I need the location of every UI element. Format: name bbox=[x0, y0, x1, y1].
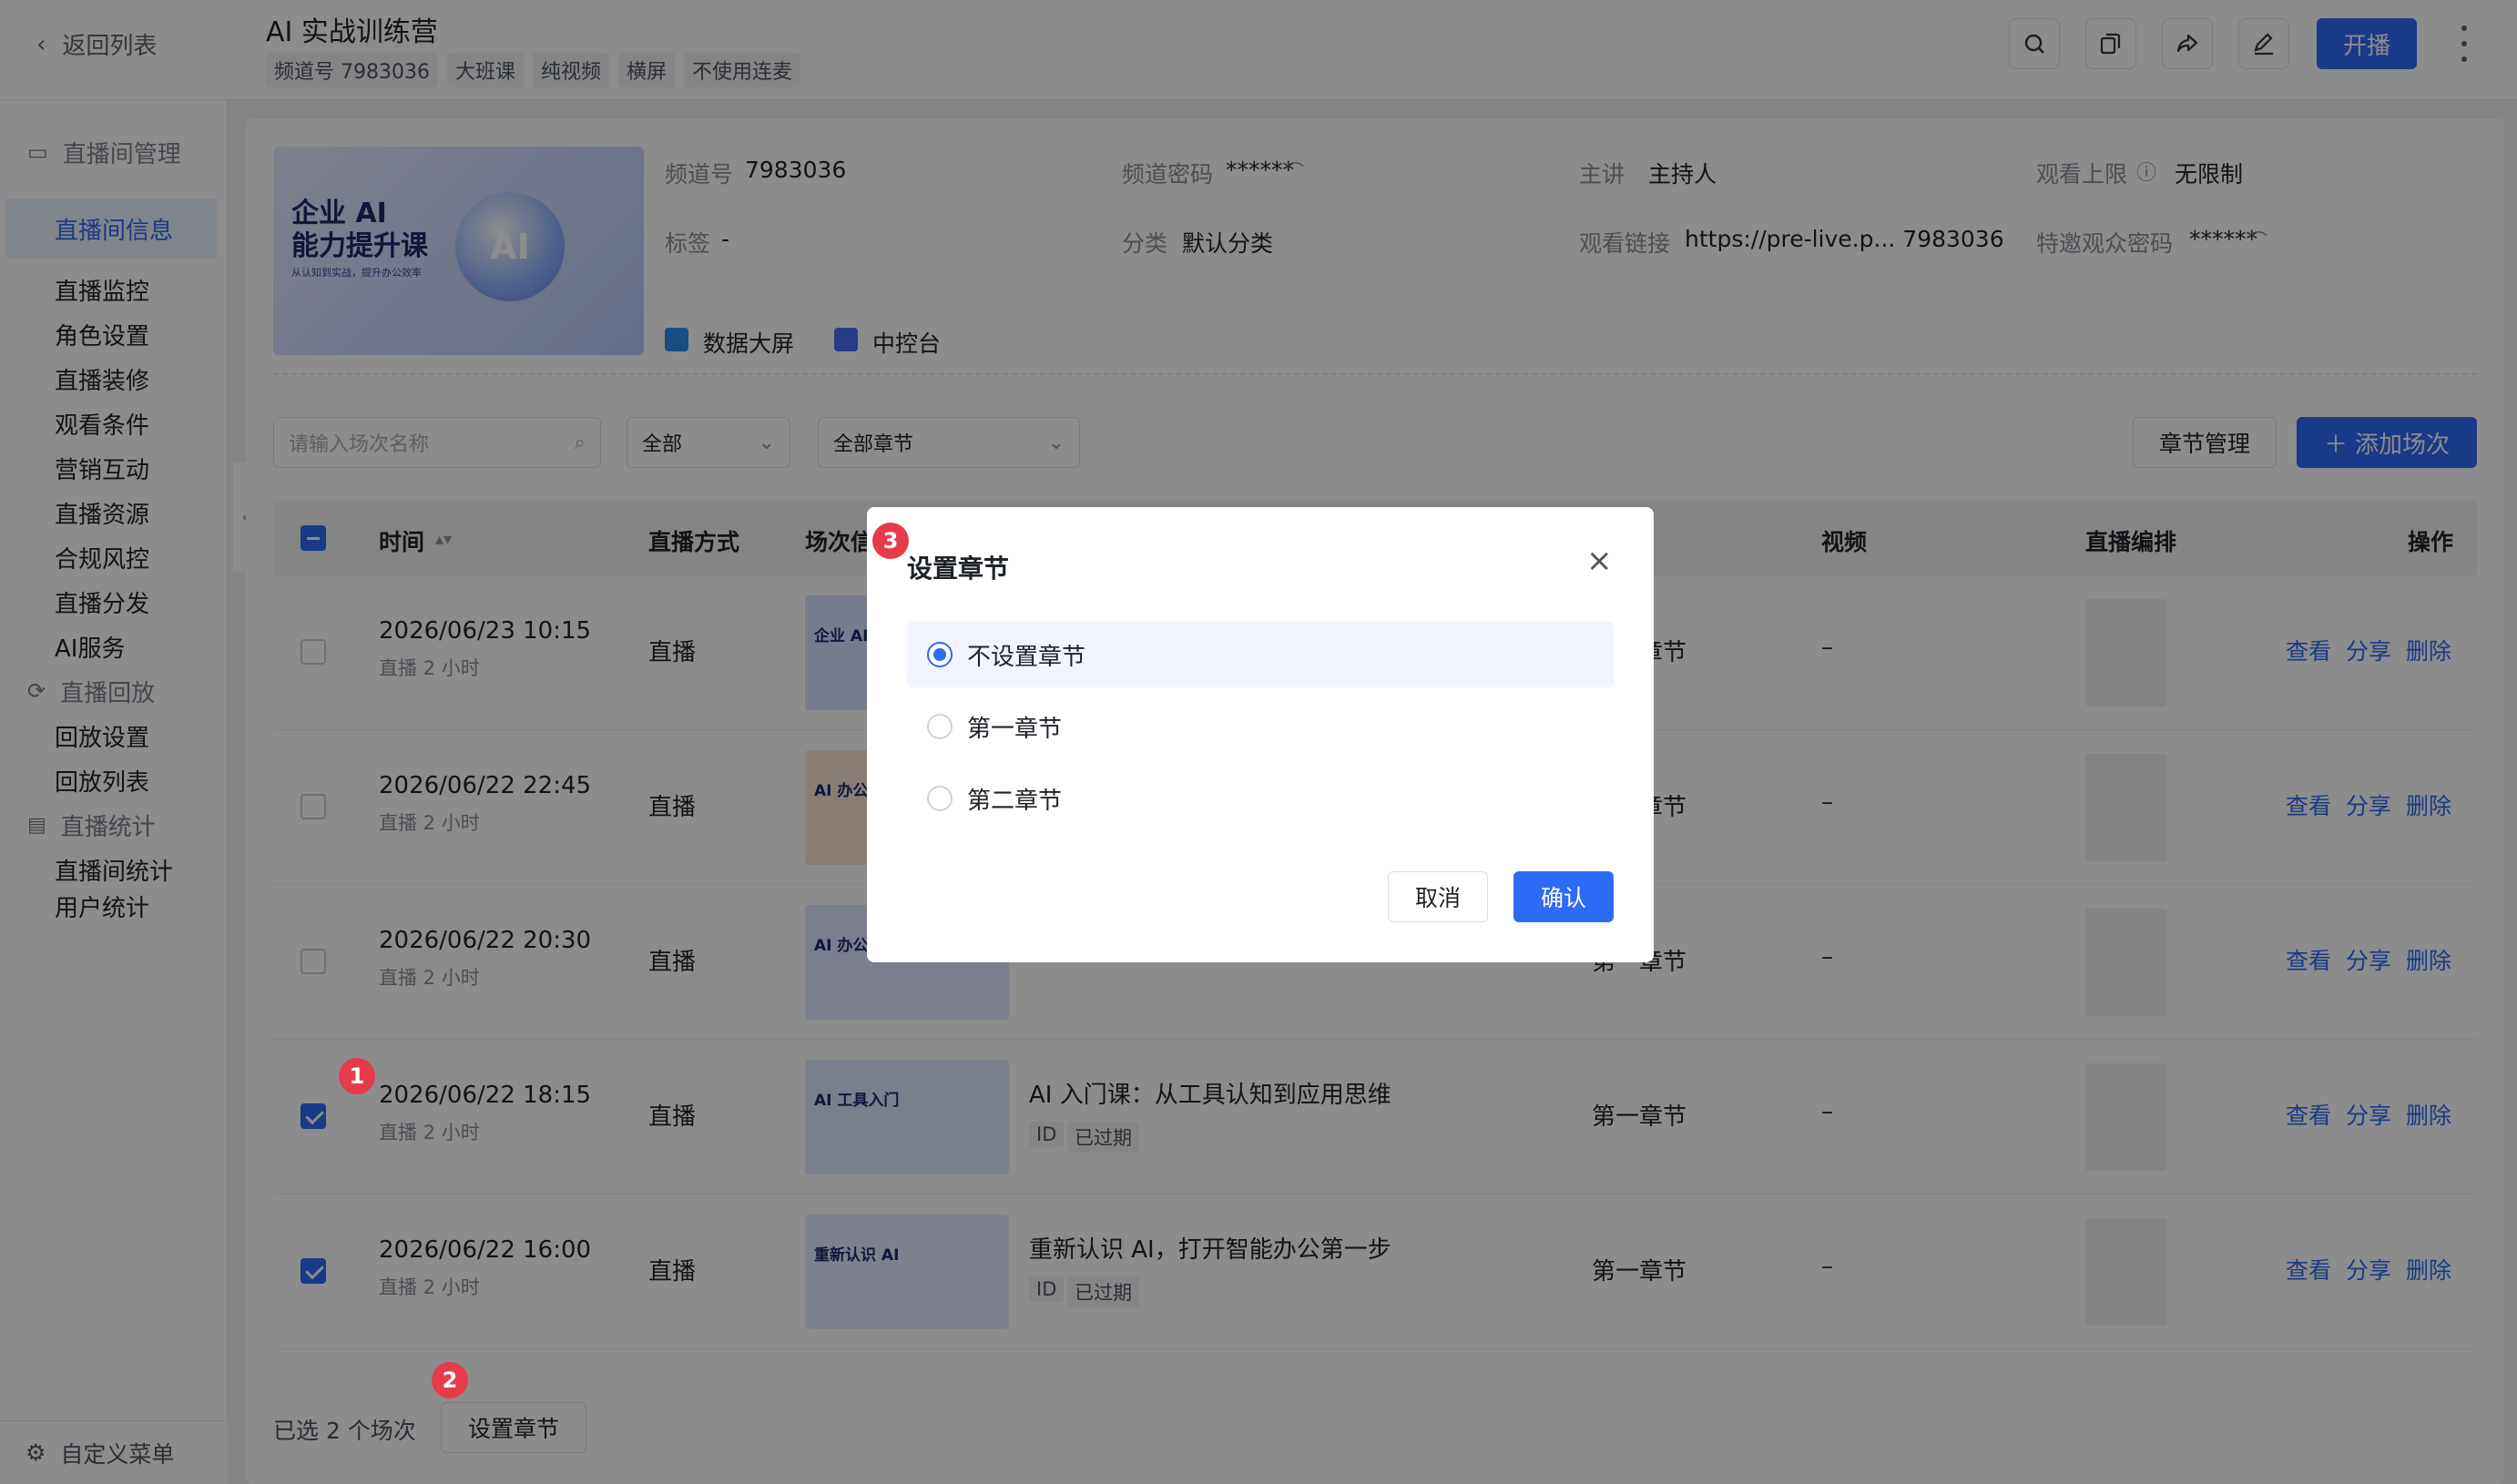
cancel-button[interactable]: 取消 bbox=[1388, 871, 1488, 922]
radio-unselected bbox=[927, 786, 953, 811]
confirm-button[interactable]: 确认 bbox=[1513, 871, 1614, 922]
option-chapter-1[interactable]: 第一章节 bbox=[907, 694, 1614, 759]
step-marker: 1 bbox=[339, 1058, 375, 1094]
option-label: 第一章节 bbox=[967, 715, 1063, 743]
step-marker: 3 bbox=[872, 523, 909, 559]
radio-selected bbox=[927, 642, 953, 667]
option-label: 第二章节 bbox=[967, 787, 1063, 815]
option-label: 不设置章节 bbox=[967, 643, 1086, 671]
option-chapter-2[interactable]: 第二章节 bbox=[907, 766, 1614, 831]
option-no-chapter[interactable]: 不设置章节 bbox=[907, 622, 1614, 687]
dialog-title: 设置章节 bbox=[907, 554, 1010, 584]
step-marker: 2 bbox=[432, 1362, 468, 1398]
close-icon[interactable]: × bbox=[1586, 545, 1613, 576]
radio-unselected bbox=[927, 714, 953, 739]
set-chapter-dialog: 设置章节 × 不设置章节 第一章节 第二章节 取消 确认 bbox=[867, 507, 1654, 962]
